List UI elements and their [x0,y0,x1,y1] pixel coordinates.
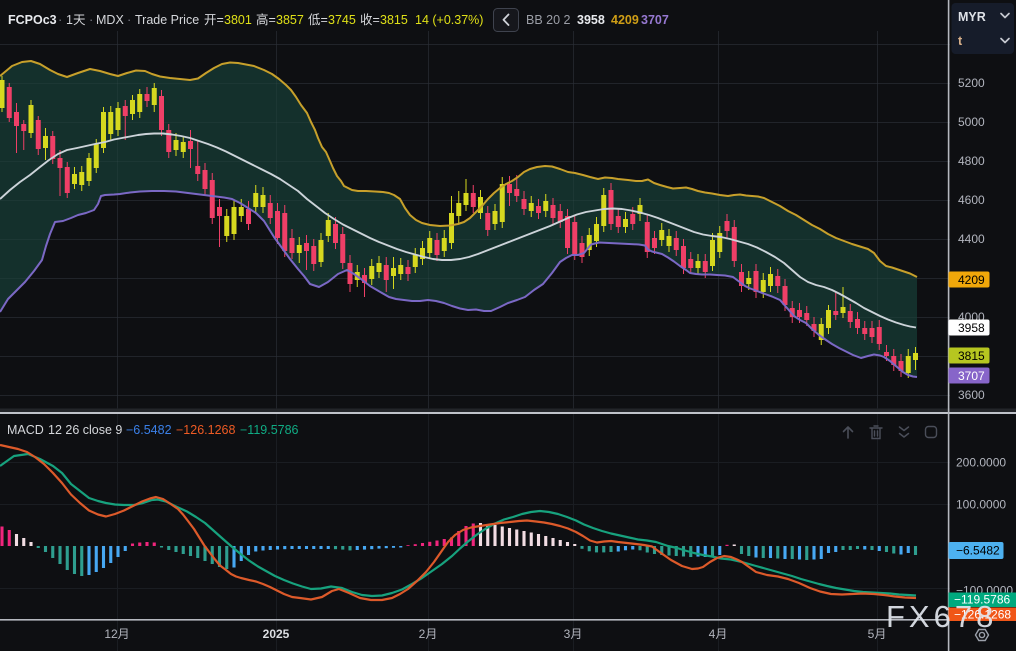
svg-text:2025: 2025 [263,627,290,641]
svg-text:14 (+0.37%): 14 (+0.37%) [415,13,483,27]
svg-text:4600: 4600 [958,193,985,207]
svg-text:12 26 close 9: 12 26 close 9 [48,423,122,437]
svg-text:BB 20 2: BB 20 2 [526,13,571,27]
svg-text:4月: 4月 [709,627,728,641]
svg-text:·: · [127,12,131,27]
svg-text:高=: 高= [256,12,276,27]
svg-text:200.0000: 200.0000 [956,456,1006,470]
svg-text:FX678: FX678 [886,599,997,634]
svg-text:3745: 3745 [328,13,356,27]
svg-text:开=: 开= [204,13,224,27]
svg-text:12月: 12月 [104,627,129,641]
svg-text:收=: 收= [360,13,380,27]
svg-text:低=: 低= [308,13,328,27]
svg-text:3707: 3707 [641,13,669,27]
svg-text:MACD: MACD [7,423,44,437]
svg-text:MDX: MDX [96,13,124,27]
svg-text:2月: 2月 [419,627,438,641]
svg-text:·: · [89,12,93,27]
svg-text:5000: 5000 [958,115,985,129]
svg-text:3707: 3707 [958,369,985,383]
svg-text:3958: 3958 [577,13,605,27]
svg-text:4400: 4400 [958,232,985,246]
svg-text:3815: 3815 [958,349,985,363]
svg-text:5月: 5月 [868,627,887,641]
svg-text:−6.5482: −6.5482 [956,544,1000,558]
svg-text:MYR: MYR [958,10,986,24]
svg-text:1天: 1天 [66,13,86,27]
svg-text:5200: 5200 [958,76,985,90]
svg-text:4800: 4800 [958,154,985,168]
svg-text:3815: 3815 [380,13,408,27]
svg-text:4209: 4209 [958,273,985,287]
svg-text:3月: 3月 [564,627,583,641]
svg-text:4209: 4209 [611,13,639,27]
svg-text:·: · [58,12,62,27]
svg-text:−6.5482: −6.5482 [126,423,172,437]
svg-text:−126.1268: −126.1268 [176,423,235,437]
svg-text:FCPOc3: FCPOc3 [8,13,57,27]
svg-text:Trade Price: Trade Price [135,13,199,27]
svg-text:3958: 3958 [958,321,985,335]
svg-text:3857: 3857 [276,13,304,27]
svg-text:3801: 3801 [224,13,252,27]
svg-text:100.0000: 100.0000 [956,498,1006,512]
svg-text:3600: 3600 [958,388,985,402]
svg-text:−119.5786: −119.5786 [240,423,299,437]
